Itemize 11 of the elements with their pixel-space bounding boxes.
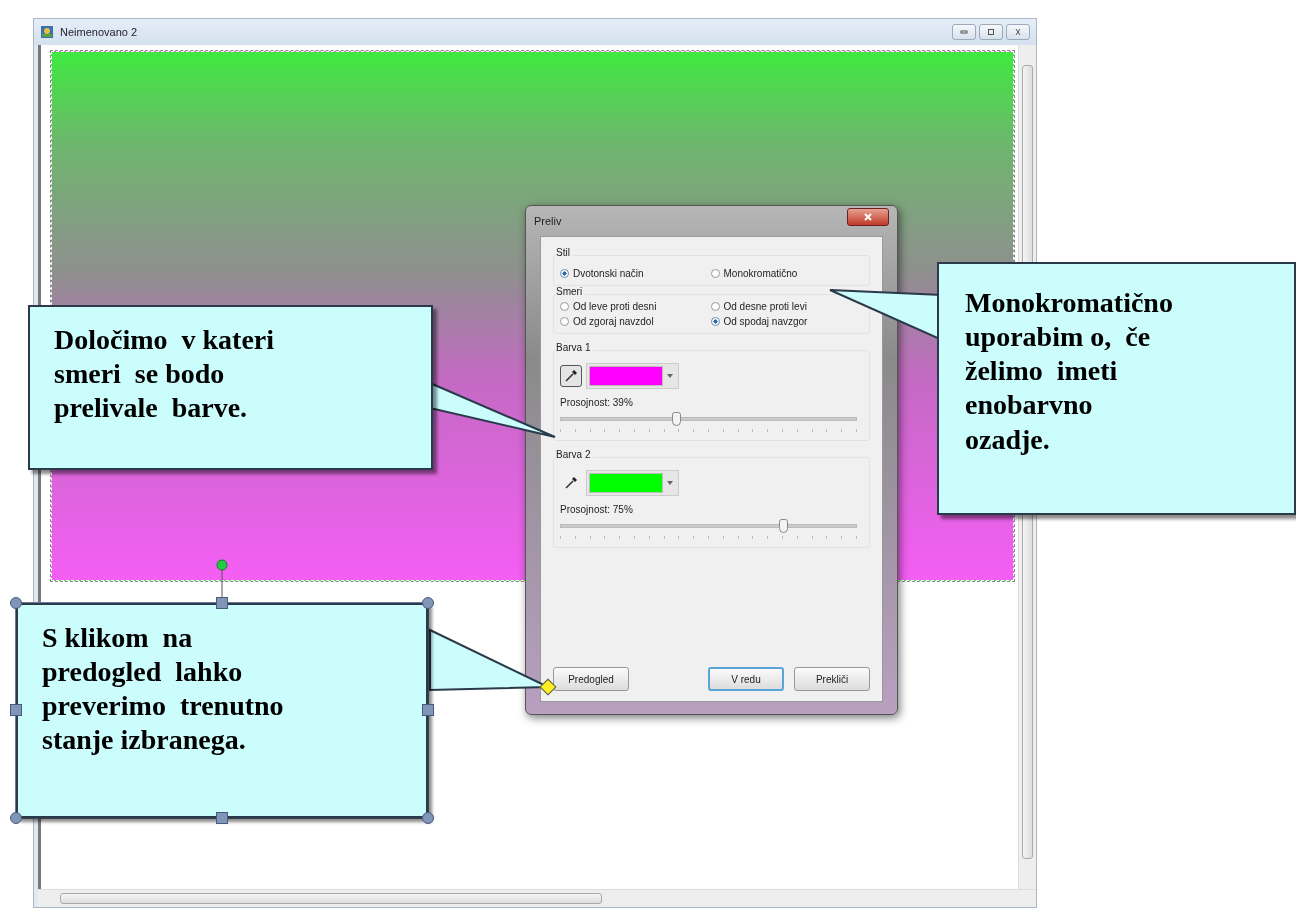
opacity-label: Prosojnost: 39% [560,397,634,408]
callout-text: S klikom na predogled lahko preverimo trenutno stanje izbranega. [42,621,284,758]
dialog-title: Preliv [534,215,562,227]
callout-text: Določimo v kateri smeri se bodo prelivale barve. [54,323,275,426]
group-label: Smeri [556,286,586,297]
group-label: Barva 1 [556,342,594,353]
group-label: Barva 2 [556,449,594,460]
opacity-label: Prosojnost: 75% [560,504,634,515]
callout-text: Monokromatično uporabim o, če želimo imeti enobarvno ozadje. [965,286,1173,457]
group-label: Stil [556,247,573,258]
window-title: Neimenovano 2 [60,26,138,38]
